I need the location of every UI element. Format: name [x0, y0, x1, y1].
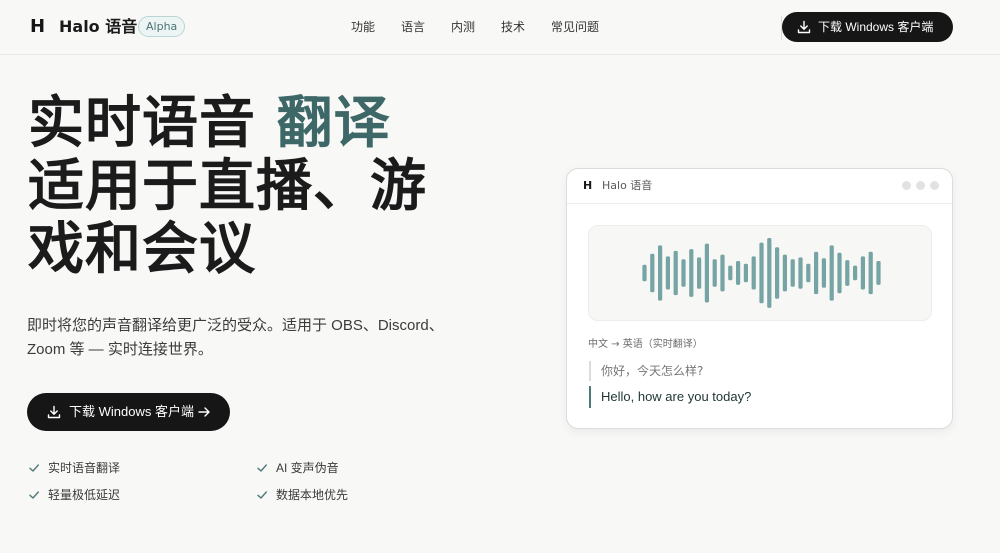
demo-window: H Halo 语音 中文 → 英语（实时翻译） 你好，今天怎么样? Hello,…: [566, 168, 953, 429]
waveform-bar: [712, 259, 717, 287]
waveform-bar: [767, 238, 772, 308]
waveform-bar: [689, 249, 694, 297]
waveform-bar: [868, 251, 873, 295]
waveform-bar: [853, 265, 858, 281]
waveform-bar: [697, 257, 702, 289]
site-header: H Halo 语音 Alpha 功能 语言 内测 技术 常见问题 下载 Wind…: [0, 0, 1000, 55]
feature-item: AI 变声伪音: [256, 460, 339, 476]
source-text: 你好，今天怎么样?: [589, 361, 703, 381]
waveform-bar: [681, 259, 686, 287]
hero-title-line-3: 戏和会议: [28, 217, 256, 282]
window-dot: [930, 181, 939, 190]
window-title: Halo 语音: [602, 179, 653, 192]
waveform-bar: [673, 250, 678, 296]
download-icon: [47, 405, 61, 419]
logo-icon[interactable]: H: [30, 17, 48, 37]
hero-title-main: 实时语音: [28, 91, 256, 156]
waveform-bar: [642, 264, 647, 282]
nav-beta[interactable]: 内测: [451, 19, 475, 35]
waveform-bar: [876, 261, 881, 285]
nav-features[interactable]: 功能: [351, 19, 375, 35]
waveform-bar: [845, 260, 850, 286]
nav-languages[interactable]: 语言: [401, 19, 425, 35]
download-button-label: 下载 Windows 客户端: [818, 20, 934, 34]
nav-faq[interactable]: 常见问题: [551, 19, 599, 35]
download-button-label: 下载 Windows 客户端: [69, 404, 194, 419]
arrow-right-icon: [198, 407, 210, 417]
hero-title-line-2: 适用于直播、游: [28, 154, 427, 219]
feature-item: 轻量极低延迟: [28, 487, 120, 503]
waveform-bar: [720, 254, 725, 292]
waveform-visualizer: [642, 238, 881, 308]
feature-item: 数据本地优先: [256, 487, 348, 503]
hero-subtitle-line-1: 即时将您的声音翻译给更广泛的受众。适用于 OBS、Discord、: [27, 317, 444, 334]
download-button-main[interactable]: 下载 Windows 客户端: [27, 393, 230, 431]
check-icon: [29, 464, 39, 472]
waveform-bar: [650, 253, 655, 293]
feature-label: 轻量极低延迟: [48, 488, 121, 502]
window-logo-icon: H: [583, 179, 593, 192]
waveform-bar: [775, 247, 780, 299]
waveform-bar: [665, 256, 670, 290]
waveform-panel: [588, 225, 932, 321]
nav-technology[interactable]: 技术: [501, 19, 525, 35]
download-icon: [797, 20, 811, 34]
waveform-bar: [860, 256, 865, 290]
hero-subtitle-line-2: Zoom 等 — 实时连接世界。: [27, 341, 213, 358]
feature-label: 实时语音翻译: [48, 461, 121, 475]
window-title-bar: H Halo 语音: [567, 169, 952, 204]
language-pair-label: 中文 → 英语（实时翻译）: [588, 339, 703, 350]
brand-name[interactable]: Halo 语音: [59, 17, 137, 37]
translated-text: Hello, how are you today?: [589, 386, 751, 408]
waveform-bar: [806, 263, 811, 283]
hero-title-accent: 翻译: [276, 91, 391, 156]
waveform-bar: [751, 256, 756, 290]
waveform-bar: [782, 254, 787, 292]
waveform-bar: [814, 251, 819, 295]
check-icon: [257, 464, 267, 472]
alpha-badge: Alpha: [138, 16, 186, 37]
feature-label: AI 变声伪音: [276, 461, 339, 475]
waveform-bar: [798, 257, 803, 289]
window-dot: [902, 181, 911, 190]
check-icon: [29, 491, 39, 499]
download-button-header[interactable]: 下载 Windows 客户端: [782, 12, 953, 42]
waveform-bar: [821, 258, 826, 288]
waveform-bar: [743, 263, 748, 283]
waveform-bar: [728, 265, 733, 281]
waveform-bar: [704, 243, 709, 303]
window-dot: [916, 181, 925, 190]
waveform-bar: [736, 261, 741, 285]
waveform-bar: [829, 245, 834, 301]
check-icon: [257, 491, 267, 499]
waveform-bar: [658, 245, 663, 301]
feature-item: 实时语音翻译: [28, 460, 120, 476]
waveform-bar: [837, 252, 842, 294]
hero-title-line-1: 实时语音 翻译: [28, 92, 391, 156]
waveform-bar: [790, 259, 795, 287]
feature-label: 数据本地优先: [276, 488, 349, 502]
waveform-bar: [759, 242, 764, 304]
landing-page: H Halo 语音 Alpha 功能 语言 内测 技术 常见问题 下载 Wind…: [0, 0, 1000, 553]
